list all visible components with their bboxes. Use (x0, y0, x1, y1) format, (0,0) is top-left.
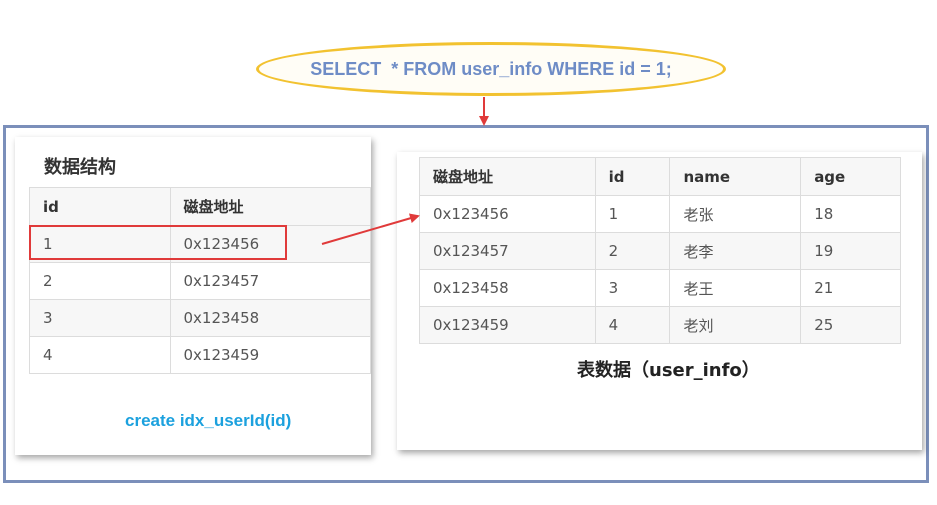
table-row: 0x123457 2 老李 19 (419, 232, 901, 270)
table-cell: 0x123457 (419, 232, 596, 270)
table-cell: 老张 (669, 195, 802, 233)
table-cell: 18 (800, 195, 901, 233)
table-cell: 4 (29, 336, 171, 374)
table-cell: 0x123459 (419, 306, 596, 344)
table-cell: 老王 (669, 269, 802, 307)
table-cell: 19 (800, 232, 901, 270)
column-header: 磁盘地址 (419, 157, 596, 196)
column-header: age (800, 157, 901, 196)
table-cell: 老刘 (669, 306, 802, 344)
index-panel-title: 数据结构 (44, 157, 116, 178)
column-header: 磁盘地址 (169, 187, 371, 226)
table-cell: 0x123458 (169, 299, 371, 337)
table-cell: 0x123457 (169, 262, 371, 300)
table-cell: 21 (800, 269, 901, 307)
table-header-row: 磁盘地址 id name age (419, 157, 901, 196)
column-header: id (29, 187, 171, 226)
table-data-panel: 磁盘地址 id name age 0x123456 1 老张 18 0x1234… (397, 152, 922, 450)
table-cell: 3 (29, 299, 171, 337)
highlighted-row-box (29, 225, 287, 260)
column-header: name (669, 157, 802, 196)
table-cell: 4 (594, 306, 671, 344)
table-cell: 0x123456 (419, 195, 596, 233)
table-cell: 25 (800, 306, 901, 344)
query-ellipse: SELECT * FROM user_info WHERE id = 1; (256, 42, 726, 96)
table-row: 4 0x123459 (29, 336, 371, 374)
table-data-caption: 表数据（user_info） (577, 360, 760, 381)
sql-query: SELECT * FROM user_info WHERE id = 1; (310, 58, 672, 79)
table-cell: 3 (594, 269, 671, 307)
column-header: id (594, 157, 671, 196)
index-table: id 磁盘地址 1 0x123456 2 0x123457 3 0x123458… (29, 187, 371, 374)
index-structure-panel: 数据结构 id 磁盘地址 1 0x123456 2 0x123457 3 0x1… (15, 137, 371, 455)
table-row: 0x123456 1 老张 18 (419, 195, 901, 233)
table-cell: 0x123459 (169, 336, 371, 374)
table-header-row: id 磁盘地址 (29, 187, 371, 226)
table-cell: 老李 (669, 232, 802, 270)
table-row: 3 0x123458 (29, 299, 371, 337)
table-cell: 1 (594, 195, 671, 233)
table-row: 0x123459 4 老刘 25 (419, 306, 901, 344)
index-caption: create idx_userId(id) (125, 411, 292, 430)
table-cell: 2 (594, 232, 671, 270)
table-cell: 2 (29, 262, 171, 300)
table-row: 2 0x123457 (29, 262, 371, 300)
table-cell: 0x123458 (419, 269, 596, 307)
table-row: 0x123458 3 老王 21 (419, 269, 901, 307)
data-table: 磁盘地址 id name age 0x123456 1 老张 18 0x1234… (419, 157, 901, 344)
